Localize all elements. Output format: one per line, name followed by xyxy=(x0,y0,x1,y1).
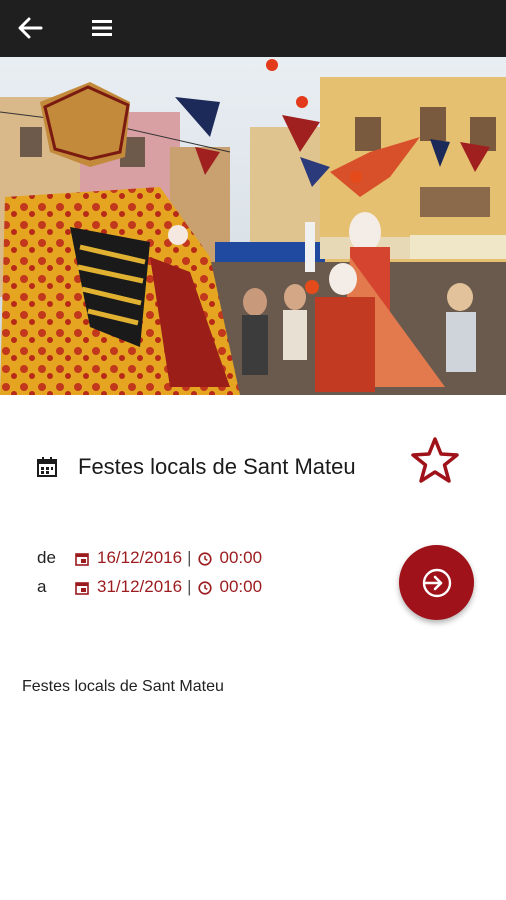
separator: | xyxy=(187,548,192,567)
start-date-row: de 16/12/2016 | 00:00 xyxy=(37,546,262,570)
end-prefix: a xyxy=(37,577,47,596)
start-time: 00:00 xyxy=(219,548,263,567)
start-prefix: de xyxy=(37,548,56,567)
separator: | xyxy=(187,577,192,596)
end-date: 31/12/2016 xyxy=(97,577,183,596)
event-description: Festes locals de Sant Mateu xyxy=(22,678,224,695)
start-date: 16/12/2016 xyxy=(97,548,183,567)
end-time: 00:00 xyxy=(219,577,263,596)
back-arrow-icon[interactable] xyxy=(14,12,46,44)
hamburger-menu-icon[interactable] xyxy=(86,12,118,44)
enter-event-button[interactable] xyxy=(399,545,474,620)
hero-image xyxy=(0,57,506,395)
app-bar xyxy=(0,0,506,57)
festival-photo xyxy=(0,57,506,395)
clock-icon xyxy=(197,551,212,566)
favorite-star-icon[interactable] xyxy=(409,434,461,486)
clock-icon xyxy=(197,580,212,595)
event-title: Festes locals de Sant Mateu xyxy=(78,454,356,479)
login-arrow-icon xyxy=(422,568,451,597)
end-date-row: a 31/12/2016 | 00:00 xyxy=(37,575,262,599)
calendar-small-icon xyxy=(75,580,89,595)
calendar-small-icon xyxy=(75,551,89,566)
